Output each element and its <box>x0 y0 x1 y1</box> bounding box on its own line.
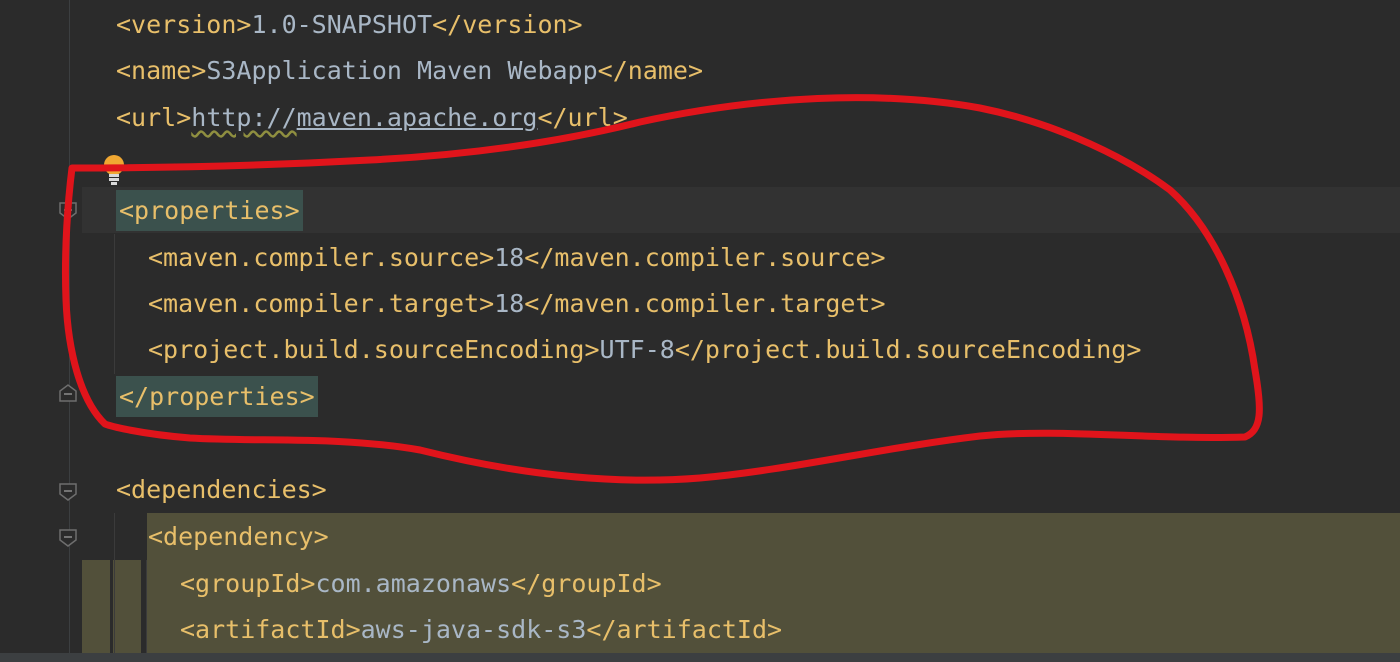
xml-open-tag: <maven.compiler.target> <box>148 289 495 318</box>
fold-dependencies-icon[interactable] <box>58 482 78 502</box>
url-link[interactable]: maven.apache.org <box>297 103 538 132</box>
xml-open-tag: <maven.compiler.source> <box>148 243 495 272</box>
gutter-divider <box>69 0 70 662</box>
code-line-version[interactable]: <version>1.0-SNAPSHOT</version> <box>116 2 583 48</box>
indent-guide <box>114 234 115 374</box>
xml-value: 18 <box>494 289 525 318</box>
indent-guide <box>114 513 115 653</box>
code-line-properties-open[interactable]: <properties> <box>116 188 303 234</box>
xml-open-tag: <name> <box>116 56 207 85</box>
dependency-indent-highlight <box>113 560 141 653</box>
lightbulb-icon[interactable] <box>101 153 127 187</box>
xml-open-tag: <properties> <box>116 190 303 231</box>
code-line-properties-close[interactable]: </properties> <box>116 374 318 420</box>
xml-close-tag: </artifactId> <box>586 615 783 644</box>
xml-open-tag: <groupId> <box>180 569 316 598</box>
xml-open-tag: <artifactId> <box>180 615 361 644</box>
code-line-compiler-source[interactable]: <maven.compiler.source>18</maven.compile… <box>148 235 886 281</box>
xml-open-tag: <version> <box>116 10 252 39</box>
xml-open-tag: <project.build.sourceEncoding> <box>148 335 600 364</box>
xml-close-tag: </maven.compiler.source> <box>524 243 886 272</box>
code-line-source-encoding[interactable]: <project.build.sourceEncoding>UTF-8</pro… <box>148 327 1141 373</box>
xml-value: aws-java-sdk-s3 <box>360 615 587 644</box>
code-line-name[interactable]: <name>S3Application Maven Webapp</name> <box>116 48 703 94</box>
xml-close-tag: </maven.compiler.target> <box>524 289 886 318</box>
dependency-indent-highlight <box>82 560 110 653</box>
url-scheme: http:// <box>191 103 297 132</box>
code-line-group-id[interactable]: <groupId>com.amazonaws</groupId> <box>180 561 662 607</box>
editor-bottom-edge <box>0 653 1400 662</box>
xml-close-tag: </version> <box>432 10 583 39</box>
xml-open-tag: <dependency> <box>148 522 329 551</box>
xml-value: S3Application Maven Webapp <box>206 56 598 85</box>
xml-open-tag: <dependencies> <box>116 475 327 504</box>
xml-close-tag: </properties> <box>116 376 318 417</box>
code-line-artifact-id[interactable]: <artifactId>aws-java-sdk-s3</artifactId> <box>180 607 782 653</box>
fold-properties-icon[interactable] <box>58 201 78 221</box>
xml-value: UTF-8 <box>599 335 675 364</box>
xml-value: com.amazonaws <box>315 569 512 598</box>
xml-close-tag: </project.build.sourceEncoding> <box>674 335 1142 364</box>
xml-value: 1.0-SNAPSHOT <box>251 10 433 39</box>
xml-close-tag: </name> <box>597 56 704 85</box>
xml-close-tag: </url> <box>537 103 628 132</box>
xml-close-tag: </groupId> <box>511 569 662 598</box>
xml-open-tag: <url> <box>116 103 192 132</box>
fold-dependency-icon[interactable] <box>58 528 78 548</box>
indent-guide <box>146 560 147 653</box>
xml-value: 18 <box>494 243 525 272</box>
code-line-url[interactable]: <url>http://maven.apache.org</url> <box>116 95 628 141</box>
fold-end-properties-icon[interactable] <box>58 383 78 403</box>
code-line-dependency[interactable]: <dependency> <box>148 514 329 560</box>
code-line-compiler-target[interactable]: <maven.compiler.target>18</maven.compile… <box>148 281 886 327</box>
code-line-dependencies[interactable]: <dependencies> <box>116 467 327 513</box>
xml-code-editor[interactable]: <version>1.0-SNAPSHOT</version> <name>S3… <box>0 0 1400 662</box>
